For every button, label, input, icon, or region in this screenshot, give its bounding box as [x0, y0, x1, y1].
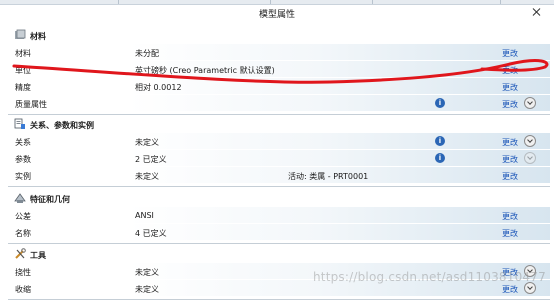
section-title: 特征和几何 [30, 195, 70, 204]
property-label: 精度 [15, 83, 31, 92]
property-label: 实例 [15, 172, 31, 181]
section-title: 关系、参数和实例 [30, 121, 94, 130]
property-label: 收缩 [15, 285, 31, 294]
property-label: 质量属性 [15, 100, 47, 109]
property-value: 2 已定义 [135, 155, 167, 164]
chevron-down-icon[interactable] [524, 135, 536, 147]
property-label: 参数 [15, 155, 31, 164]
change-link[interactable]: 更改 [502, 137, 518, 148]
property-label: 公差 [15, 212, 31, 221]
property-row: 参数 2 已定义 i 更改 [0, 150, 554, 166]
property-value: 相对 0.0012 [135, 83, 182, 92]
dialog-title: 模型属性 [258, 10, 295, 20]
property-label: 材料 [15, 49, 31, 58]
change-link[interactable]: 更改 [502, 82, 518, 93]
section-header: 特征和几何 [0, 189, 554, 207]
change-link[interactable]: 更改 [502, 99, 518, 110]
watermark-text: https://blog.csdn.net/asd1103810477 [313, 270, 546, 284]
section-header: 工具 [0, 245, 554, 263]
info-icon[interactable]: i [435, 98, 445, 108]
background-toolbar-strip [0, 0, 554, 5]
change-link[interactable]: 更改 [502, 48, 518, 59]
property-row: 名称 4 已定义 更改 [0, 224, 554, 240]
tools-icon [14, 248, 26, 260]
change-link[interactable]: 更改 [502, 211, 518, 222]
section-title: 材料 [30, 32, 46, 41]
property-extra: 活动: 类属 - PRT0001 [288, 172, 369, 181]
change-link[interactable]: 更改 [502, 171, 518, 182]
chevron-down-icon[interactable] [524, 152, 536, 164]
property-value: 未定义 [135, 285, 159, 294]
chevron-down-icon[interactable] [524, 97, 536, 109]
feature-icon [14, 192, 26, 204]
property-row: 公差 ANSI 更改 [0, 207, 554, 223]
info-icon[interactable]: i [435, 136, 445, 146]
property-row: 材料 未分配 更改 [0, 44, 554, 60]
property-value: 4 已定义 [135, 229, 167, 238]
info-icon[interactable]: i [435, 153, 445, 163]
change-link[interactable]: 更改 [502, 228, 518, 239]
section-divider [8, 186, 550, 187]
change-link[interactable]: 更改 [502, 65, 518, 76]
property-value: 未定义 [135, 268, 159, 277]
material-icon [14, 29, 26, 41]
section-divider [8, 243, 550, 244]
property-row: 质量属性 i 更改 [0, 95, 554, 111]
property-row: 实例 未定义 活动: 类属 - PRT0001 更改 [0, 167, 554, 183]
property-value: 英寸磅秒 (Creo Parametric 默认设置) [135, 66, 275, 75]
relations-icon [14, 118, 26, 130]
model-properties-dialog: 模型属性 材料 材料 未分配 更改 单位 英寸磅秒 (Creo Parametr… [0, 0, 554, 301]
property-value: 未分配 [135, 49, 159, 58]
property-row: 关系 未定义 i 更改 [0, 133, 554, 149]
section-title: 工具 [30, 251, 46, 260]
property-row: 精度 相对 0.0012 更改 [0, 78, 554, 94]
section-header: 材料 [0, 26, 554, 44]
property-label: 单位 [15, 66, 31, 75]
property-row: 单位 英寸磅秒 (Creo Parametric 默认设置) 更改 [0, 61, 554, 77]
property-label: 名称 [15, 229, 31, 238]
section-divider [8, 299, 550, 300]
property-label: 关系 [15, 138, 31, 147]
change-link[interactable]: 更改 [502, 284, 518, 295]
close-icon[interactable] [532, 7, 542, 17]
property-value: 未定义 [135, 172, 159, 181]
property-value: 未定义 [135, 138, 159, 147]
change-link[interactable]: 更改 [502, 154, 518, 165]
property-label: 挠性 [15, 268, 31, 277]
section-header: 关系、参数和实例 [0, 115, 554, 133]
property-value: ANSI [135, 211, 154, 220]
title-bar: 模型属性 [0, 0, 554, 20]
